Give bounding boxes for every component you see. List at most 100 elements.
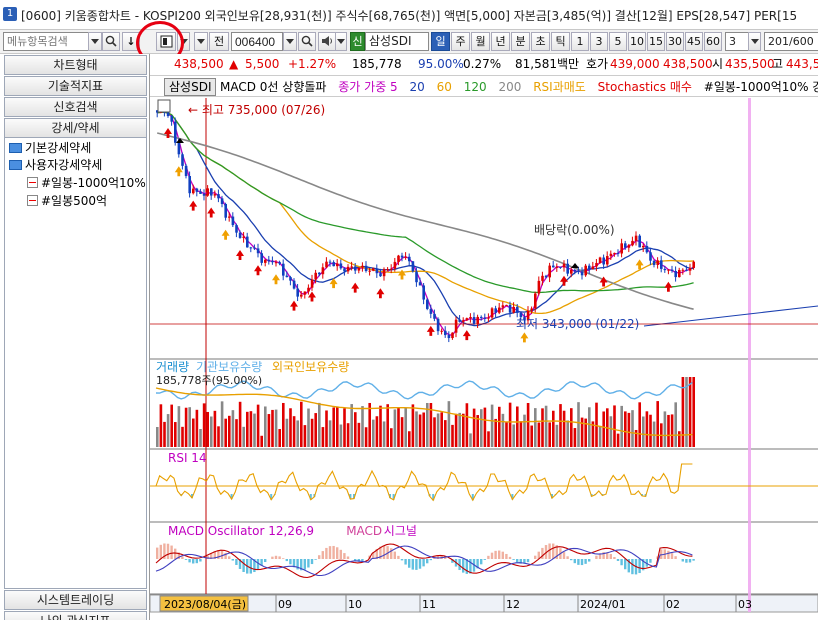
previous-button[interactable]: 전 [209, 32, 229, 51]
count-dropdown[interactable] [748, 32, 761, 51]
speaker-icon [322, 36, 332, 46]
stock-name-field[interactable]: 삼성SDI [365, 32, 429, 51]
tree-label: 기본강세약세 [25, 141, 92, 155]
chart-layout-button[interactable] [156, 32, 176, 51]
minute-30[interactable]: 30 [666, 32, 684, 51]
tab-daily-strength[interactable]: #일봉-1000억10% 강 [704, 80, 818, 94]
period-tick[interactable]: 틱 [551, 32, 570, 51]
minute-3[interactable]: 3 [590, 32, 608, 51]
minute-15[interactable]: 15 [647, 32, 665, 51]
candle-body [688, 267, 692, 271]
volume-bar [649, 414, 652, 447]
volume-bar [404, 407, 407, 447]
menu-search-input[interactable] [3, 32, 89, 51]
volume-bar [220, 401, 224, 447]
tab-ma200[interactable]: 200 [498, 80, 521, 94]
signal-search-button[interactable]: 신호검색 [4, 97, 147, 117]
candle-body [663, 268, 667, 271]
period-minute[interactable]: 분 [511, 32, 530, 51]
candle-body [202, 193, 206, 196]
tab-ma5[interactable]: 종가 가중 5 [338, 80, 397, 94]
macd-oscillator-bar [336, 547, 339, 559]
minute-45[interactable]: 45 [685, 32, 703, 51]
tree-folder-basic[interactable]: 기본강세약세 [9, 140, 91, 156]
chart-type-button[interactable]: 차트형태 [4, 55, 147, 75]
sound-button[interactable] [318, 32, 336, 51]
chart-area[interactable]: ← 최고 735,000 (07/26) 최저 343,000 (01/22) 배당… [150, 54, 818, 620]
minute-10[interactable]: 10 [628, 32, 646, 51]
candle-body [188, 176, 191, 194]
candle-body [469, 317, 472, 319]
macd-oscillator-bar [570, 559, 573, 561]
sound-dropdown[interactable] [335, 32, 347, 51]
list-toggle-button[interactable] [194, 32, 208, 51]
candle-body [354, 266, 357, 271]
tree-item-daily-1000[interactable]: #일봉-1000억10% [27, 175, 146, 191]
tab-stock[interactable]: 삼성SDI [164, 78, 217, 96]
macd-oscillator-bar [195, 559, 198, 564]
period-second[interactable]: 초 [531, 32, 550, 51]
candle-body [660, 260, 663, 269]
layout-dropdown[interactable] [177, 32, 190, 51]
candle-body [667, 269, 670, 271]
volume-value-label: 185,778주(95.00%) [156, 374, 262, 387]
period-month[interactable]: 월 [471, 32, 490, 51]
tab-stochastics-buy[interactable]: Stochastics 매수 [598, 80, 692, 94]
technical-indicator-button[interactable]: 기술적지표 [4, 76, 147, 96]
tab-rsi-oversold[interactable]: RSI과매도 [533, 80, 586, 94]
strength-weakness-button[interactable]: 강세/약세 [4, 118, 147, 138]
stock-search-button[interactable] [298, 32, 316, 51]
candle-body [577, 270, 580, 272]
stock-code-input[interactable] [231, 32, 283, 51]
macd-oscillator-bar [411, 559, 414, 570]
tree-label: #일봉-1000억10% [41, 176, 146, 190]
tab-ma20[interactable]: 20 [410, 80, 425, 94]
folder-icon [9, 143, 22, 153]
volume-bar [285, 418, 289, 447]
period-week[interactable]: 주 [451, 32, 470, 51]
volume-bar [199, 429, 202, 447]
my-indicator-button[interactable]: 나의 관심지표 [4, 611, 147, 620]
tree-item-daily-500[interactable]: #일봉500억 [27, 193, 107, 209]
download-button[interactable]: ↓ [122, 32, 140, 51]
system-trading-button[interactable]: 시스템트레이딩 [4, 590, 147, 610]
stock-code-dropdown[interactable] [283, 32, 297, 51]
volume-bar [314, 413, 317, 447]
minute-1[interactable]: 1 [571, 32, 589, 51]
volume-bar [192, 418, 195, 447]
macd-oscillator-bar [505, 553, 508, 559]
candle-body [379, 273, 382, 277]
candle-body [598, 257, 602, 263]
candle-body [670, 269, 674, 271]
tree-folder-user[interactable]: 사용자강세약세 [9, 157, 102, 173]
candle-body [447, 335, 451, 339]
volume-bar [526, 402, 530, 447]
macd-oscillator-bar [231, 559, 234, 561]
volume-bar [256, 404, 260, 447]
macd-oscillator-bar [685, 559, 688, 563]
macd-oscillator-bar [580, 559, 584, 566]
period-year[interactable]: 년 [491, 32, 510, 51]
tab-macd-signal[interactable]: MACD 0선 상향돌파 [220, 80, 326, 94]
minute-5[interactable]: 5 [609, 32, 627, 51]
count-input[interactable]: 3 [725, 32, 749, 51]
minute-60[interactable]: 60 [704, 32, 722, 51]
tab-ma120[interactable]: 120 [464, 80, 487, 94]
macd-oscillator-bar [310, 559, 314, 565]
menu-search-button[interactable] [102, 32, 120, 51]
volume-bar [328, 420, 332, 447]
volume-bar [487, 431, 490, 447]
range-field[interactable]: 201/600 [764, 32, 818, 51]
volume-bar [602, 411, 605, 447]
folder-open-icon [9, 160, 22, 170]
tab-ma60[interactable]: 60 [437, 80, 452, 94]
period-day[interactable]: 일 [431, 32, 450, 51]
menu-search-dropdown[interactable] [88, 32, 102, 51]
volume-bar [436, 413, 440, 447]
volume-bar [307, 408, 310, 447]
search-icon [105, 35, 117, 47]
candle-body [278, 262, 281, 264]
chart-canvas[interactable]: ← 최고 735,000 (07/26) 최저 343,000 (01/22) 배당… [150, 54, 818, 620]
volume-bar [415, 411, 418, 447]
volume-bar [213, 410, 217, 447]
